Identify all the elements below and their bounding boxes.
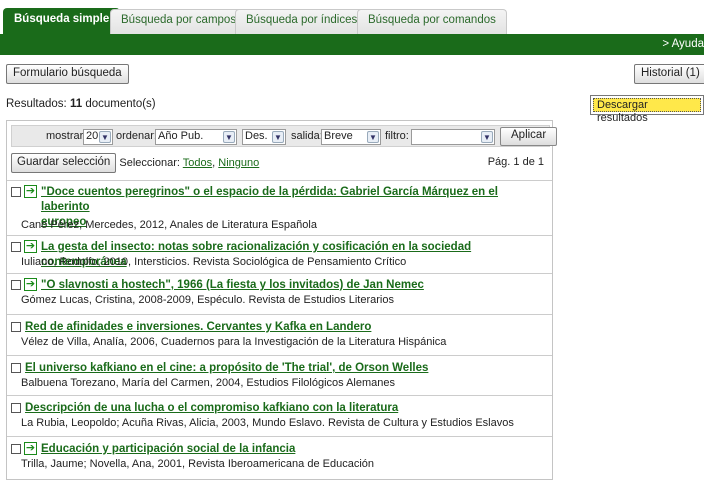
historial-button[interactable]: Historial (1) [634,64,704,84]
select-checkbox[interactable] [11,187,21,197]
result-title[interactable]: El universo kafkiano en el cine: a propó… [25,361,551,376]
result-meta: Cano Pérez, Mercedes, 2012, Anales de Li… [21,219,317,231]
result-title[interactable]: Red de afinidades e inversiones. Cervant… [25,320,551,335]
tab-bar: Búsqueda simple Búsqueda por campos Búsq… [0,0,704,35]
direccion-select[interactable]: Des. ▼ [242,129,286,145]
result-title[interactable]: Descripción de una lucha o el compromiso… [25,401,551,416]
options-bar: mostrar: 20 ▼ ordenar: Año Pub. ▼ Des. ▼ sa… [11,125,558,147]
chevron-down-icon: ▼ [367,131,379,143]
results-suffix: documento(s) [85,98,156,110]
select-checkbox[interactable] [11,363,21,373]
seleccionar-ninguno-link[interactable]: Ninguno [218,157,259,169]
result-meta: Vélez de Villa, Analía, 2006, Cuadernos … [21,336,447,348]
filtro-select[interactable]: ▼ [411,129,495,145]
divider [7,314,552,315]
result-meta: Balbuena Torezano, María del Carmen, 200… [21,377,396,389]
divider [7,436,552,437]
mostrar-select[interactable]: 20 ▼ [83,129,113,145]
result-title[interactable]: Educación y participación social de la i… [41,442,551,457]
ordenar-label: ordenar: [116,130,157,142]
ordenar-select[interactable]: Año Pub. ▼ [155,129,237,145]
result-title[interactable]: "O slavnosti a hostech", 1966 (La fiesta… [41,278,551,293]
mostrar-label: mostrar: [46,130,87,142]
aplicar-button[interactable]: Aplicar [500,127,558,146]
ayuda-link[interactable]: > Ayuda [662,38,704,50]
divider [7,395,552,396]
descargar-resultados-button[interactable]: Descargar resultados [590,95,704,124]
result-meta: Iuliano, Rodolfo, 2010, Intersticios. Re… [21,256,407,268]
select-checkbox[interactable] [11,322,21,332]
guardar-seleccion-button[interactable]: Guardar selección [11,153,117,173]
result-meta: Gómez Lucas, Cristina, 2008-2009, Espécu… [21,294,394,306]
result-title-line1: "Doce cuentos peregrinos" o el espacio d… [41,186,498,213]
salida-label: salida: [291,130,323,142]
formulario-busqueda-button[interactable]: Formulario búsqueda [6,64,129,84]
salida-value: Breve [324,130,353,142]
result-meta: La Rubia, Leopoldo; Acuña Rivas, Alicia,… [21,417,514,429]
pagination: Pág. 1 de 1 [487,156,544,168]
divider [7,355,552,356]
tab-busqueda-simple[interactable]: Búsqueda simple [3,8,121,35]
divider [7,235,552,236]
results-panel: mostrar: 20 ▼ ordenar: Año Pub. ▼ Des. ▼ sa… [6,120,558,480]
link-arrow-icon[interactable]: ➔ [24,185,37,198]
tab-busqueda-por-indices[interactable]: Búsqueda por índices [235,9,369,35]
results-count: Resultados: 11 documento(s) [6,98,156,110]
select-checkbox[interactable] [11,280,21,290]
select-checkbox[interactable] [11,242,21,252]
results-prefix: Resultados: [6,98,67,110]
filtro-label: filtro: [385,130,409,142]
descargar-label: Descargar resultados [593,98,701,124]
ordenar-value: Año Pub. [158,130,204,142]
link-arrow-icon[interactable]: ➔ [24,240,37,253]
results-number: 11 [69,98,83,110]
selection-row: Guardar selección Seleccionar: Todos, Ni… [11,153,259,175]
select-checkbox[interactable] [11,403,21,413]
chevron-down-icon: ▼ [223,131,235,143]
tab-busqueda-por-comandos[interactable]: Búsqueda por comandos [357,9,507,35]
seleccionar-label: Seleccionar: [119,156,180,169]
mostrar-value: 20 [86,130,99,142]
salida-select[interactable]: Breve ▼ [321,129,381,145]
divider [7,180,552,181]
seleccionar-todos-link[interactable]: Todos [183,157,212,169]
link-arrow-icon[interactable]: ➔ [24,278,37,291]
chevron-down-icon: ▼ [272,131,284,143]
top-green-bar: > Ayuda [0,34,704,55]
direccion-value: Des. [245,130,268,142]
chevron-down-icon: ▼ [99,131,111,143]
divider [7,273,552,274]
result-meta: Trilla, Jaume; Novella, Ana, 2001, Revis… [21,458,375,470]
tab-busqueda-por-campos[interactable]: Búsqueda por campos [110,9,248,35]
select-checkbox[interactable] [11,444,21,454]
chevron-down-icon: ▼ [481,131,493,143]
link-arrow-icon[interactable]: ➔ [24,442,37,455]
